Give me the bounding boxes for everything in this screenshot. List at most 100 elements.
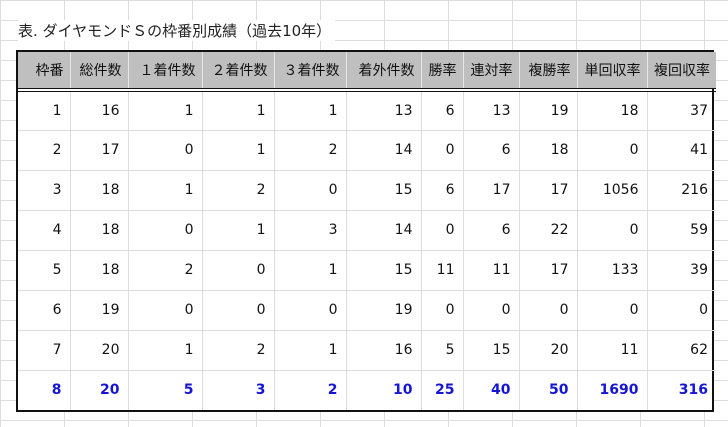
table-cell[interactable]: 39 [647,250,716,291]
table-cell[interactable]: 41 [647,130,716,171]
table-cell[interactable]: 4 [18,210,71,251]
table-cell[interactable]: 0 [577,130,648,171]
table-cell[interactable]: 8 [18,370,71,410]
table-cell[interactable]: 5 [128,370,203,410]
table-cell[interactable]: 6 [463,130,520,171]
table-cell[interactable]: 19 [346,290,422,331]
table-cell[interactable]: 1 [128,90,203,131]
table-cell[interactable]: 6 [18,290,71,331]
column-header[interactable]: 総件数 [70,52,129,92]
table-cell[interactable]: 37 [647,90,716,131]
table-cell[interactable]: 13 [346,90,422,131]
table-cell[interactable]: 7 [18,330,71,371]
table-cell[interactable]: 50 [519,370,578,410]
table-cell[interactable]: 11 [577,330,648,371]
table-cell[interactable]: 1 [202,130,275,171]
table-cell[interactable]: 2 [202,330,275,371]
table-cell[interactable]: 3 [18,170,71,211]
column-header[interactable]: 複勝率 [519,52,578,92]
table-cell[interactable]: 17 [70,130,129,171]
column-header[interactable]: ３着件数 [274,52,347,92]
table-cell[interactable]: 17 [463,170,520,211]
table-cell[interactable]: 1690 [577,370,648,410]
column-header[interactable]: 勝率 [421,52,464,92]
table-cell[interactable]: 1 [18,90,71,131]
table-cell[interactable]: 15 [346,250,422,291]
table-cell[interactable]: 20 [519,330,578,371]
table-cell[interactable]: 1 [128,170,203,211]
table-cell[interactable]: 0 [519,290,578,331]
table-cell[interactable]: 1056 [577,170,648,211]
table-cell[interactable]: 16 [346,330,422,371]
table-cell[interactable]: 6 [421,170,464,211]
table-cell[interactable]: 1 [202,210,275,251]
table-cell[interactable]: 6 [463,210,520,251]
table-cell[interactable]: 19 [70,290,129,331]
table-cell[interactable]: 0 [463,290,520,331]
table-cell[interactable]: 0 [577,290,648,331]
table-cell[interactable]: 2 [274,130,347,171]
table-cell[interactable]: 216 [647,170,716,211]
table-cell[interactable]: 3 [202,370,275,410]
table-cell[interactable]: 17 [519,250,578,291]
table-cell[interactable]: 14 [346,130,422,171]
table-cell[interactable]: 0 [421,130,464,171]
table-cell[interactable]: 2 [128,250,203,291]
table-cell[interactable]: 1 [274,330,347,371]
table-cell[interactable]: 11 [463,250,520,291]
table-cell[interactable]: 0 [421,210,464,251]
table-cell[interactable]: 59 [647,210,716,251]
table-cell[interactable]: 2 [202,170,275,211]
table-cell[interactable]: 20 [70,330,129,371]
table-cell[interactable]: 11 [421,250,464,291]
table-cell[interactable]: 22 [519,210,578,251]
table-cell[interactable]: 0 [421,290,464,331]
table-cell[interactable]: 18 [70,250,129,291]
table-cell[interactable]: 0 [128,130,203,171]
table-cell[interactable]: 25 [421,370,464,410]
table-cell[interactable]: 0 [274,290,347,331]
table-cell[interactable]: 5 [421,330,464,371]
column-header[interactable]: 枠番 [18,52,71,92]
table-cell[interactable]: 6 [421,90,464,131]
table-cell[interactable]: 18 [519,130,578,171]
table-cell[interactable]: 17 [519,170,578,211]
table-cell[interactable]: 0 [274,170,347,211]
table-cell[interactable]: 20 [70,370,129,410]
table-cell[interactable]: 0 [128,210,203,251]
table-cell[interactable]: 1 [128,330,203,371]
table-cell[interactable]: 2 [18,130,71,171]
table-cell[interactable]: 0 [647,290,716,331]
table-cell[interactable]: 10 [346,370,422,410]
table-cell[interactable]: 15 [463,330,520,371]
table-cell[interactable]: 1 [274,250,347,291]
table-cell[interactable]: 13 [463,90,520,131]
table-cell[interactable]: 1 [202,90,275,131]
table-cell[interactable]: 316 [647,370,716,410]
table-cell[interactable]: 1 [274,90,347,131]
table-cell[interactable]: 0 [128,290,203,331]
table-cell[interactable]: 40 [463,370,520,410]
table-cell[interactable]: 19 [519,90,578,131]
column-header[interactable]: ２着件数 [202,52,275,92]
table-cell[interactable]: 5 [18,250,71,291]
table-row: 3 18 1 2 0 15 6 17 17 1056 216 [18,170,716,211]
table-cell[interactable]: 62 [647,330,716,371]
column-header[interactable]: 単回収率 [577,52,648,92]
table-cell[interactable]: 0 [202,290,275,331]
table-cell[interactable]: 2 [274,370,347,410]
table-cell[interactable]: 0 [202,250,275,291]
table-cell[interactable]: 18 [70,170,129,211]
table-cell[interactable]: 18 [577,90,648,131]
table-cell[interactable]: 133 [577,250,648,291]
table-cell[interactable]: 3 [274,210,347,251]
table-cell[interactable]: 16 [70,90,129,131]
column-header[interactable]: 着外件数 [346,52,422,92]
column-header[interactable]: 連対率 [463,52,520,92]
table-cell[interactable]: 18 [70,210,129,251]
table-cell[interactable]: 14 [346,210,422,251]
column-header[interactable]: 複回収率 [647,52,716,92]
table-cell[interactable]: 0 [577,210,648,251]
table-cell[interactable]: 15 [346,170,422,211]
column-header[interactable]: １着件数 [128,52,203,92]
